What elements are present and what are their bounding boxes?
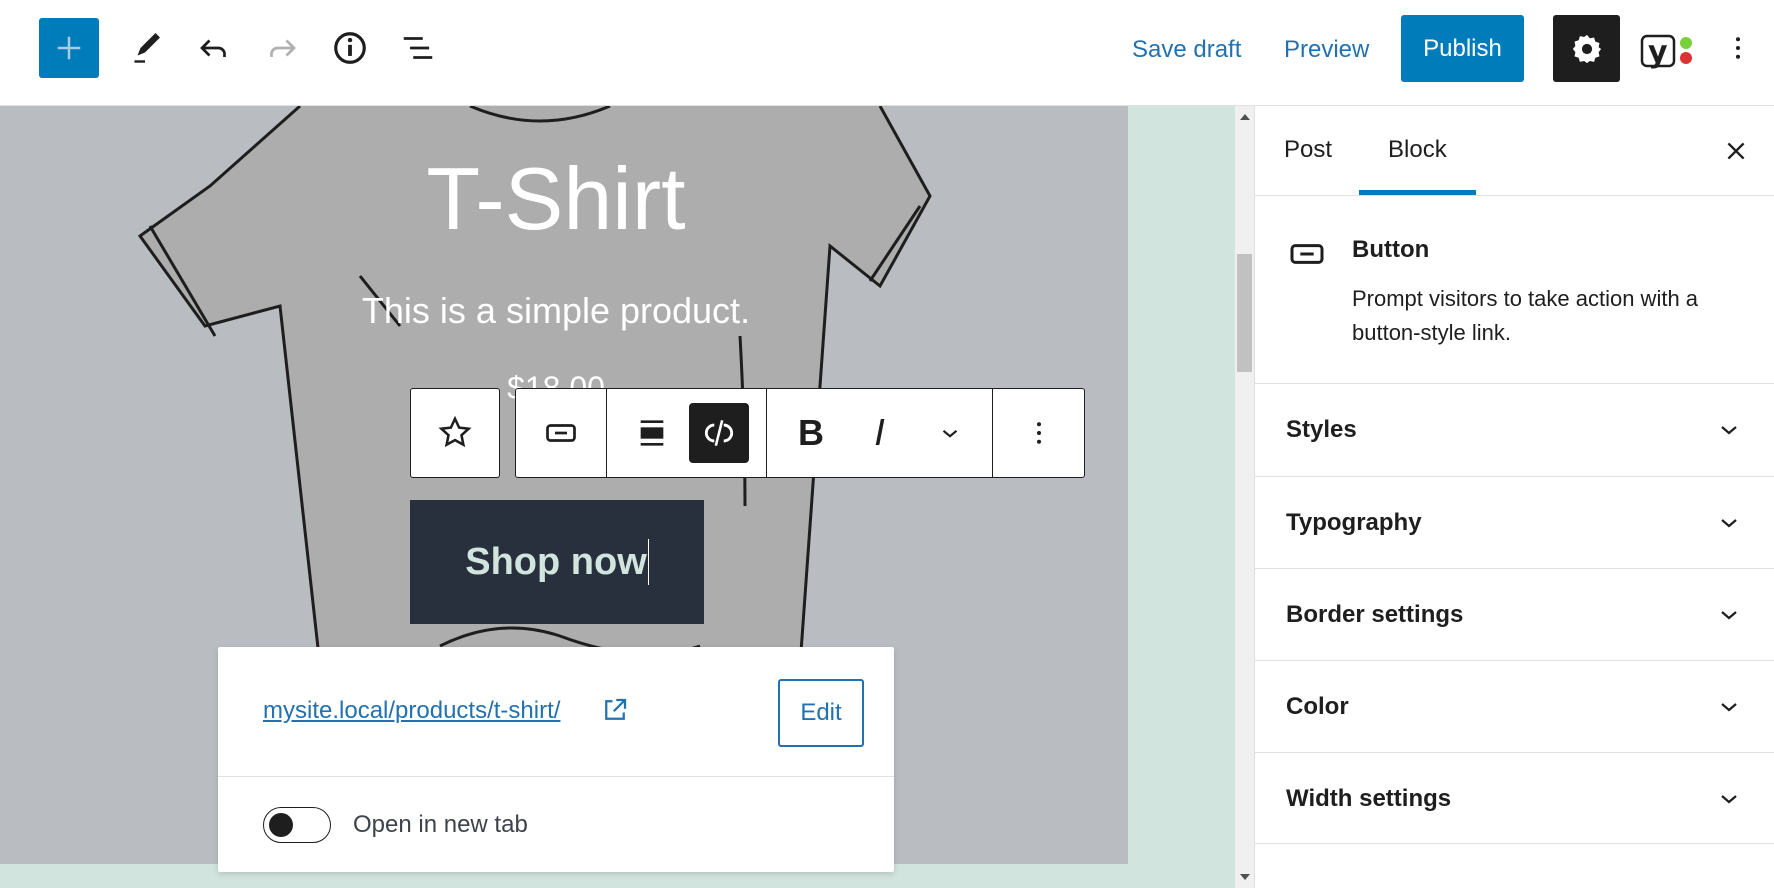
plus-icon [57, 36, 81, 60]
panel-border-settings[interactable]: Border settings [1255, 568, 1774, 660]
panel-styles-label: Styles [1286, 416, 1357, 443]
shop-now-label[interactable]: Shop now [465, 541, 647, 584]
product-title[interactable]: T-Shirt [0, 148, 1112, 250]
scrollbar-thumb[interactable] [1237, 254, 1252, 372]
justify-button[interactable] [607, 389, 697, 477]
scroll-up-arrow-icon[interactable] [1240, 114, 1250, 120]
toggle-knob [269, 813, 293, 837]
shop-now-button[interactable]: Shop now [410, 500, 704, 624]
panel-color-label: Color [1286, 693, 1349, 720]
panel-color[interactable]: Color [1255, 660, 1774, 752]
canvas-scrollbar[interactable] [1235, 106, 1254, 888]
yoast-icon: y [1640, 34, 1692, 70]
svg-text:y: y [1648, 35, 1668, 70]
external-link-icon[interactable] [600, 695, 630, 725]
chevron-down-icon [1721, 519, 1737, 528]
yoast-button[interactable]: y [1638, 26, 1698, 76]
panel-typography-label: Typography [1286, 509, 1422, 536]
scroll-down-arrow-icon[interactable] [1240, 874, 1250, 880]
undo-button[interactable] [192, 26, 236, 70]
panel-styles[interactable]: Styles [1255, 383, 1774, 475]
block-card-description: Prompt visitors to take action with a bu… [1352, 286, 1699, 345]
unlink-button[interactable] [689, 403, 749, 463]
tab-post[interactable]: Post [1284, 106, 1332, 194]
chevron-down-icon [1721, 703, 1737, 712]
block-type-button[interactable] [516, 389, 606, 477]
product-description[interactable]: This is a simple product. [0, 290, 1112, 332]
unlink-icon [704, 420, 734, 446]
bold-icon: B [798, 412, 824, 453]
justify-stretch-icon [640, 420, 664, 446]
details-button[interactable] [328, 26, 372, 70]
chevron-down-icon [942, 430, 958, 438]
panel-typography[interactable]: Typography [1255, 476, 1774, 568]
chevron-down-icon [1721, 611, 1737, 620]
more-formatting-button[interactable] [906, 389, 994, 477]
editor-header: Save draft Preview Publish y [0, 0, 1774, 106]
gear-icon [1572, 34, 1601, 63]
options-menu-button[interactable] [1718, 26, 1758, 70]
favorite-button[interactable] [411, 389, 499, 477]
pencil-icon [134, 33, 160, 63]
chevron-down-icon [1721, 795, 1737, 804]
redo-icon [270, 39, 296, 57]
more-vertical-icon [1736, 37, 1740, 59]
italic-icon: I [874, 412, 886, 454]
panel-border-label: Border settings [1286, 601, 1464, 628]
more-vertical-icon [1036, 422, 1041, 444]
open-new-tab-label: Open in new tab [353, 811, 528, 838]
link-popover: mysite.local/products/t-shirt/ Edit Open… [218, 647, 894, 872]
settings-sidebar: Post Block Button Prompt visitors to tak… [1254, 106, 1774, 888]
tab-block[interactable]: Block [1388, 106, 1447, 194]
list-view-button[interactable] [396, 26, 440, 70]
undo-icon [200, 39, 226, 57]
star-icon [438, 415, 472, 448]
info-icon [334, 32, 366, 64]
text-cursor [647, 539, 649, 585]
chevron-down-icon [1721, 426, 1737, 435]
list-view-icon [403, 37, 433, 59]
popover-divider [218, 776, 894, 777]
open-new-tab-toggle[interactable] [263, 807, 331, 843]
panel-width-label: Width settings [1286, 785, 1452, 812]
button-block-icon [546, 424, 576, 442]
tools-button[interactable] [126, 26, 170, 70]
close-icon[interactable] [1723, 138, 1749, 164]
tabs-divider [1255, 195, 1774, 196]
publish-button[interactable]: Publish [1401, 15, 1524, 82]
settings-button[interactable] [1553, 15, 1620, 82]
block-options-button[interactable] [993, 389, 1084, 477]
block-card-title: Button [1352, 236, 1430, 263]
add-block-button[interactable] [39, 18, 99, 78]
link-url[interactable]: mysite.local/products/t-shirt/ [263, 697, 560, 725]
edit-link-button[interactable]: Edit [778, 679, 864, 747]
block-toolbar-favorite [410, 388, 500, 478]
preview-button[interactable]: Preview [1284, 0, 1369, 100]
panel-width-settings[interactable]: Width settings [1255, 752, 1774, 844]
button-block-icon [1290, 244, 1324, 264]
redo-button[interactable] [260, 26, 304, 70]
save-draft-button[interactable]: Save draft [1132, 0, 1241, 100]
block-toolbar: B I [515, 388, 1085, 478]
